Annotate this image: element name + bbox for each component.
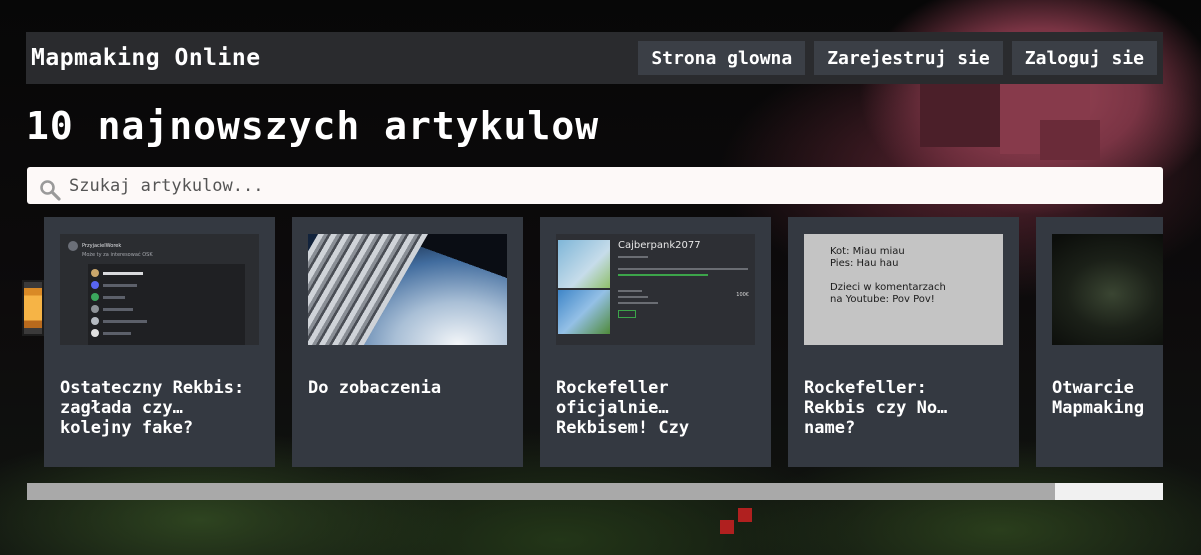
search-input[interactable] xyxy=(27,167,1163,204)
navbar: Mapmaking Online Strona glowna Zarejestr… xyxy=(26,32,1163,84)
article-track: PrzyjacielWorek Może ty za interesować O… xyxy=(44,217,1163,467)
article-card[interactable]: PrzyjacielWorek Może ty za interesować O… xyxy=(44,217,275,467)
nav-login-button[interactable]: Zaloguj sie xyxy=(1011,41,1157,75)
nav-register-button[interactable]: Zarejestruj sie xyxy=(814,41,1003,75)
thumb-header: PrzyjacielWorek xyxy=(68,240,251,252)
carousel-scrollbar[interactable] xyxy=(27,483,1163,500)
lantern-decoration xyxy=(22,280,44,336)
article-title: Otwarcie Mapmaking xyxy=(1052,378,1145,418)
article-title: Do zobaczenia xyxy=(308,378,442,398)
nav-home-button[interactable]: Strona glowna xyxy=(638,41,806,75)
thumb-status: Może ty za interesować OSK xyxy=(82,252,153,258)
thumb-text-line xyxy=(618,256,648,258)
thumb-text-line xyxy=(618,296,648,298)
thumb-image xyxy=(558,290,610,334)
thumb-price: 100€ xyxy=(736,292,749,298)
article-title: Rockefeller: Rekbis czy No… name? xyxy=(804,378,948,438)
site-brand[interactable]: Mapmaking Online xyxy=(31,45,261,71)
article-thumbnail: Kot: Miau miau Pies: Hau hau Dzieci w ko… xyxy=(804,234,1003,345)
thumb-text-line xyxy=(618,274,708,276)
search-bar xyxy=(27,167,1163,204)
article-thumbnail xyxy=(1052,234,1163,345)
thumb-text-line xyxy=(618,290,642,292)
article-thumbnail xyxy=(308,234,507,345)
thumb-button xyxy=(618,310,636,318)
thumb-image xyxy=(558,240,610,288)
article-card[interactable]: Do zobaczenia xyxy=(292,217,523,467)
nav-links: Strona glowna Zarejestruj sie Zaloguj si… xyxy=(638,41,1157,75)
article-carousel: PrzyjacielWorek Może ty za interesować O… xyxy=(44,217,1163,467)
article-card[interactable]: Kot: Miau miau Pies: Hau hau Dzieci w ko… xyxy=(788,217,1019,467)
flower-decoration xyxy=(720,520,734,534)
article-title: Rockefeller oficjalnie… Rekbisem! Czy xyxy=(556,378,690,438)
avatar xyxy=(68,241,78,251)
article-thumbnail: Cajberpank2077 100€ xyxy=(556,234,755,345)
thumb-text-line xyxy=(618,268,748,270)
article-title: Ostateczny Rekbis: zagłada czy… kolejny … xyxy=(60,378,245,438)
thumb-list xyxy=(88,264,245,345)
rocket-image xyxy=(308,234,428,345)
search-icon xyxy=(40,180,61,201)
thumb-listing-name: Cajberpank2077 xyxy=(618,240,701,251)
article-card[interactable]: Cajberpank2077 100€ Rockefeller oficjaln… xyxy=(540,217,771,467)
article-card[interactable]: Otwarcie Mapmaking xyxy=(1036,217,1163,467)
article-thumbnail: PrzyjacielWorek Może ty za interesować O… xyxy=(60,234,259,345)
thumb-username: PrzyjacielWorek xyxy=(82,243,122,249)
background-block xyxy=(1040,120,1100,160)
thumb-text-line xyxy=(618,302,658,304)
flower-decoration xyxy=(738,508,752,522)
thumb-note-text: Kot: Miau miau Pies: Hau hau Dzieci w ko… xyxy=(830,246,946,305)
page-title: 10 najnowszych artykulow xyxy=(26,104,600,148)
scrollbar-thumb[interactable] xyxy=(27,483,1056,500)
